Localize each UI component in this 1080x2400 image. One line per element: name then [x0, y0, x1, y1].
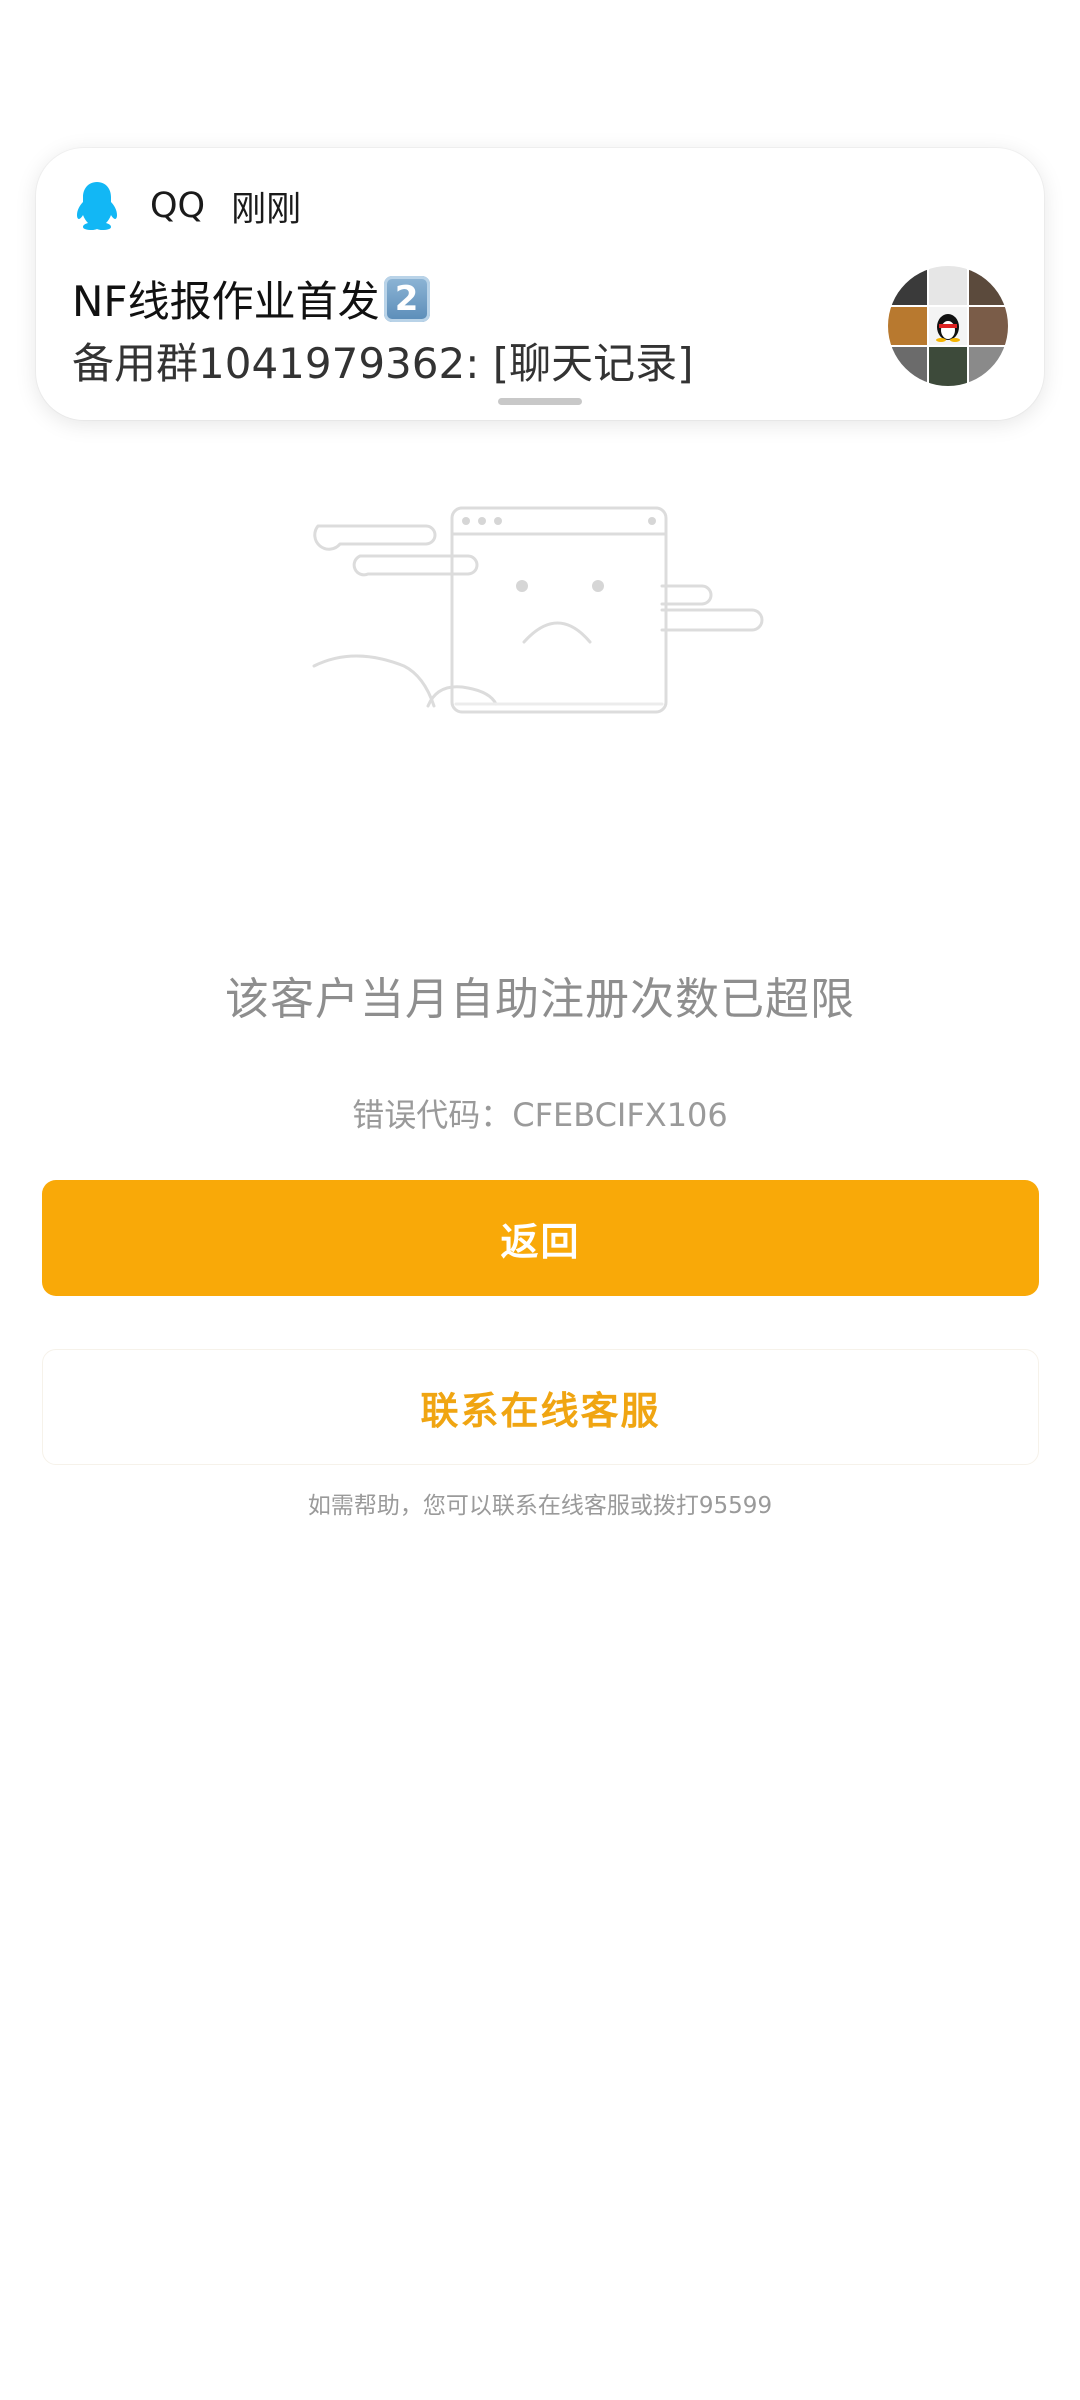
- avatar-tile: [928, 266, 968, 305]
- avatar-tile: [928, 347, 968, 386]
- help-text: 如需帮助，您可以联系在线客服或拨打95599: [307, 1493, 773, 1519]
- qq-notification-banner[interactable]: QQ 刚刚 NF线报作业首发 2 备用群1041979362: [聊天记录]: [36, 148, 1044, 420]
- notification-title: NF线报作业首发 2: [72, 268, 430, 329]
- qq-penguin-avatar-tile: [928, 306, 968, 346]
- avatar-tile: [888, 266, 927, 305]
- qq-penguin-icon: [77, 182, 117, 230]
- notification-title-text: NF线报作业首发: [72, 277, 380, 326]
- page: QQ 刚刚 NF线报作业首发 2 备用群1041979362: [聊天记录] 该…: [0, 0, 1080, 2400]
- avatar-tile: [888, 306, 927, 346]
- sad-browser-window-icon: [312, 506, 764, 714]
- drag-handle[interactable]: [498, 398, 582, 405]
- avatar-tile: [969, 347, 1008, 386]
- keycap-digit-badge: 2: [383, 275, 430, 322]
- notification-time: 刚刚: [231, 189, 302, 230]
- contact-online-service-button[interactable]: 联系在线客服: [42, 1349, 1039, 1465]
- avatar-tile: [969, 266, 1008, 305]
- error-code: 错误代码：CFEBCIFX106: [352, 1096, 728, 1134]
- avatar-tile: [888, 347, 927, 386]
- avatar-tile: [969, 306, 1008, 346]
- notification-body: 备用群1041979362: [聊天记录]: [72, 339, 694, 388]
- back-button[interactable]: 返回: [42, 1180, 1039, 1296]
- penguin-icon: [935, 313, 960, 342]
- notification-app-name: QQ: [150, 186, 206, 226]
- notification-header: QQ 刚刚: [74, 178, 301, 234]
- error-message: 该客户当月自助注册次数已超限: [225, 974, 855, 1025]
- group-avatar: [888, 266, 1008, 386]
